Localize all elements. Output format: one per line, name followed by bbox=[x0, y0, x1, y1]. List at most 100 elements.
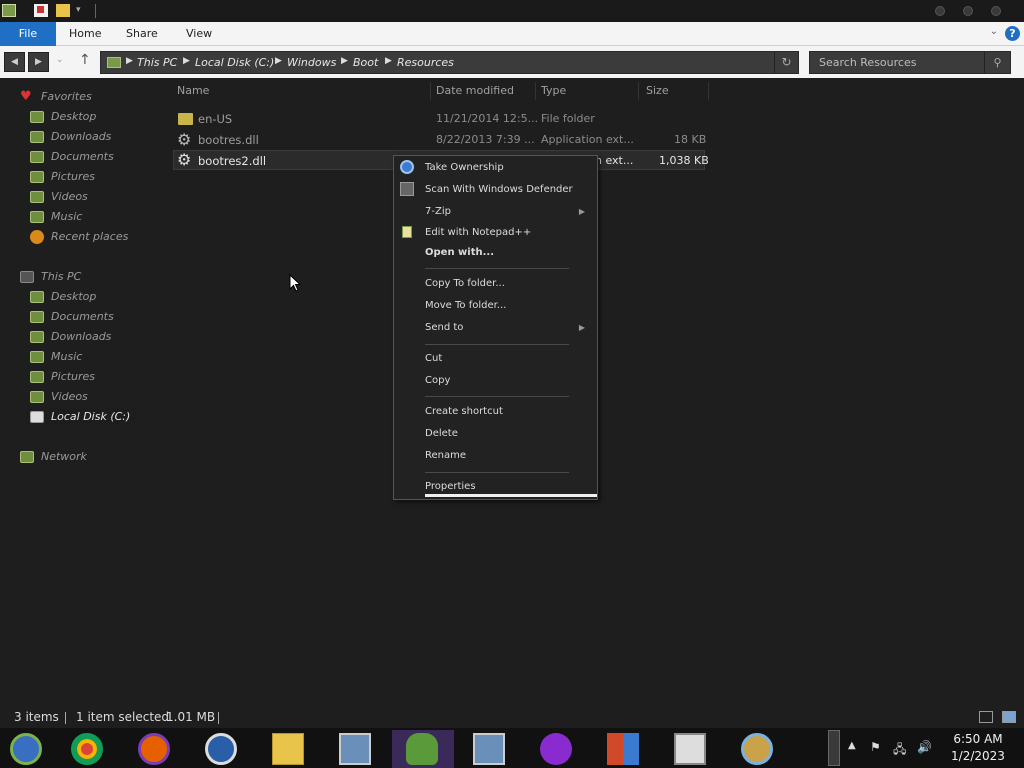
properties-quick-icon[interactable] bbox=[34, 4, 48, 17]
menu-item-create-shortcut[interactable]: Create shortcut bbox=[425, 404, 503, 420]
breadcrumb-separator[interactable]: ▶ bbox=[183, 56, 190, 66]
network-tray-icon[interactable]: 🖧 bbox=[893, 740, 906, 761]
menu-item-edit-notepadpp[interactable]: Edit with Notepad++ bbox=[425, 225, 531, 241]
menu-item-cut[interactable]: Cut bbox=[425, 351, 442, 367]
nav-pc-videos[interactable]: Videos bbox=[30, 388, 140, 406]
search-input[interactable]: Search Resources bbox=[819, 56, 916, 69]
forward-button[interactable]: ▶ bbox=[28, 52, 49, 72]
nav-pc-documents[interactable]: Documents bbox=[30, 308, 140, 326]
nav-this-pc[interactable]: This PC bbox=[20, 268, 140, 286]
file-row-en-us[interactable]: en-US 11/21/2014 12:5... File folder bbox=[173, 109, 705, 129]
tab-file[interactable]: File bbox=[0, 22, 56, 46]
action-center-flag-icon[interactable]: ⚑ bbox=[870, 740, 881, 754]
nav-pc-pictures[interactable]: Pictures bbox=[30, 368, 140, 386]
column-divider[interactable] bbox=[430, 82, 431, 100]
customize-quick-access-icon[interactable]: ▾ bbox=[76, 5, 81, 15]
menu-item-7zip[interactable]: 7-Zip bbox=[425, 204, 451, 220]
volume-icon[interactable]: 🔊 bbox=[917, 740, 932, 754]
tab-home[interactable]: Home bbox=[59, 22, 111, 46]
breadcrumb-separator[interactable]: ▶ bbox=[385, 56, 392, 66]
minimize-button[interactable] bbox=[935, 6, 945, 16]
menu-item-open-with[interactable]: Open with... bbox=[425, 245, 494, 261]
start-button[interactable] bbox=[0, 730, 62, 768]
breadcrumb-resources[interactable]: Resources bbox=[397, 56, 454, 69]
taskbar-firefox[interactable] bbox=[124, 730, 186, 768]
nav-pc-downloads[interactable]: Downloads bbox=[30, 328, 140, 346]
breadcrumb-separator[interactable]: ▶ bbox=[275, 56, 282, 66]
menu-item-rename[interactable]: Rename bbox=[425, 448, 466, 464]
taskbar-users-app[interactable] bbox=[392, 730, 454, 768]
column-header-size[interactable]: Size bbox=[646, 82, 669, 100]
nav-network[interactable]: Network bbox=[20, 448, 140, 466]
recent-locations-icon[interactable]: ⌄ bbox=[56, 55, 64, 65]
nav-favorites[interactable]: ♥ Favorites bbox=[20, 88, 140, 106]
nav-pc-music[interactable]: Music bbox=[30, 348, 140, 366]
address-bar[interactable]: ▶ This PC ▶ Local Disk (C:) ▶ Windows ▶ … bbox=[100, 51, 799, 74]
taskbar-scrollbar[interactable] bbox=[828, 730, 840, 766]
column-divider[interactable] bbox=[535, 82, 536, 100]
expand-ribbon-icon[interactable]: ⌄ bbox=[990, 26, 998, 37]
column-header-date[interactable]: Date modified bbox=[436, 82, 514, 100]
menu-item-send-to[interactable]: Send to bbox=[425, 320, 463, 336]
back-button[interactable]: ◀ bbox=[4, 52, 25, 72]
taskbar-file-explorer[interactable] bbox=[258, 730, 320, 768]
up-button[interactable]: ↑ bbox=[79, 52, 91, 68]
taskbar-archive-app[interactable] bbox=[660, 730, 722, 768]
breadcrumb-windows[interactable]: Windows bbox=[287, 56, 336, 69]
column-divider[interactable] bbox=[708, 82, 709, 100]
menu-item-scan-defender[interactable]: Scan With Windows Defender bbox=[425, 182, 573, 198]
nav-fav-videos[interactable]: Videos bbox=[30, 188, 140, 206]
desktop-icon bbox=[30, 111, 44, 123]
nav-fav-recent-places[interactable]: Recent places bbox=[30, 228, 145, 246]
submenu-arrow-icon: ▶ bbox=[578, 323, 585, 332]
menu-item-copy[interactable]: Copy bbox=[425, 373, 450, 389]
help-icon[interactable]: ? bbox=[1005, 26, 1020, 41]
menu-item-move-to-folder[interactable]: Move To folder... bbox=[425, 298, 506, 314]
nav-fav-pictures[interactable]: Pictures bbox=[30, 168, 140, 186]
taskbar-app-circle[interactable] bbox=[191, 730, 253, 768]
explorer-app-icon[interactable] bbox=[2, 4, 16, 17]
nav-fav-music[interactable]: Music bbox=[30, 208, 140, 226]
breadcrumb-local-disk[interactable]: Local Disk (C:) bbox=[195, 56, 274, 69]
nav-pc-local-disk[interactable]: Local Disk (C:) bbox=[26, 408, 136, 426]
file-row-bootres[interactable]: ⚙ bootres.dll 8/22/2013 7:39 ... Applica… bbox=[173, 130, 706, 150]
show-hidden-icons-icon[interactable]: ▲ bbox=[848, 740, 856, 751]
refresh-icon[interactable]: ↻ bbox=[774, 52, 798, 73]
status-bar: 3 items 1 item selected 1.01 MB bbox=[0, 706, 1024, 728]
tab-share[interactable]: Share bbox=[116, 22, 168, 46]
taskbar-installer-1[interactable] bbox=[325, 730, 387, 768]
new-folder-quick-icon[interactable] bbox=[56, 4, 70, 17]
breadcrumb-separator[interactable]: ▶ bbox=[341, 56, 348, 66]
navigation-pane: ♥ Favorites Desktop Downloads Documents … bbox=[0, 80, 150, 480]
close-button[interactable] bbox=[991, 6, 1001, 16]
maximize-button[interactable] bbox=[963, 6, 973, 16]
column-divider[interactable] bbox=[638, 82, 639, 100]
large-icons-view-icon[interactable] bbox=[1002, 711, 1016, 723]
taskbar-installer-2[interactable] bbox=[459, 730, 521, 768]
breadcrumb-this-pc[interactable]: This PC bbox=[137, 56, 177, 69]
search-box[interactable]: Search Resources ⚲ bbox=[809, 51, 1011, 74]
tab-view[interactable]: View bbox=[176, 22, 222, 46]
column-header-type[interactable]: Type bbox=[541, 82, 566, 100]
taskbar-mask-app[interactable] bbox=[526, 730, 588, 768]
nav-pc-desktop[interactable]: Desktop bbox=[30, 288, 140, 306]
desktop-icon bbox=[30, 291, 44, 303]
nav-label: Desktop bbox=[51, 110, 97, 123]
menu-item-delete[interactable]: Delete bbox=[425, 426, 458, 442]
nav-fav-downloads[interactable]: Downloads bbox=[30, 128, 140, 146]
menu-item-properties[interactable]: Properties bbox=[425, 479, 476, 495]
column-header-name[interactable]: Name bbox=[177, 82, 209, 100]
search-icon[interactable]: ⚲ bbox=[984, 52, 1010, 73]
menu-item-take-ownership[interactable]: Take Ownership bbox=[425, 160, 504, 176]
nav-fav-documents[interactable]: Documents bbox=[30, 148, 140, 166]
taskbar-paint[interactable] bbox=[727, 730, 789, 768]
menu-item-copy-to-folder[interactable]: Copy To folder... bbox=[425, 276, 505, 292]
system-clock[interactable]: 6:50 AM 1/2/2023 bbox=[946, 731, 1010, 765]
details-view-icon[interactable] bbox=[979, 711, 993, 723]
breadcrumb-separator[interactable]: ▶ bbox=[126, 56, 133, 66]
status-item-count: 3 items bbox=[14, 710, 59, 724]
breadcrumb-boot[interactable]: Boot bbox=[353, 56, 378, 69]
taskbar-tiles-app[interactable] bbox=[593, 730, 655, 768]
nav-fav-desktop[interactable]: Desktop bbox=[30, 108, 140, 126]
taskbar-chrome[interactable] bbox=[57, 730, 119, 768]
